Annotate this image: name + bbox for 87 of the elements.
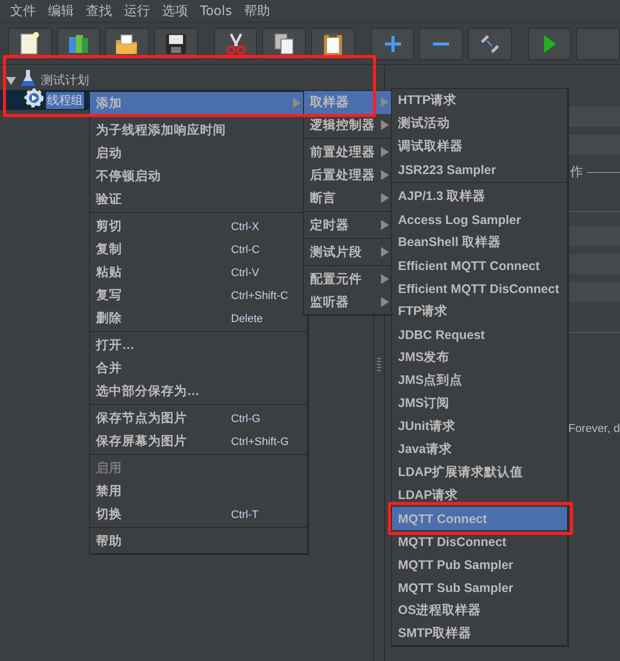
menu-bar-item[interactable]: 编辑 [42,2,80,20]
copy-icon [272,32,296,56]
section-label: 作 [570,164,584,181]
menu-item[interactable]: LDAP请求 [392,484,567,507]
toolbar-button[interactable] [262,28,306,60]
menu-item[interactable]: 复制 Ctrl-C [90,238,307,261]
menu-item[interactable]: 禁用 [90,480,307,503]
menu-item[interactable]: 切换 Ctrl-T [90,503,307,526]
expanded-triangle-icon[interactable] [6,76,16,86]
menu-item[interactable]: 启动 [90,142,307,165]
toolbar-button[interactable] [154,28,198,60]
minus-icon [433,42,450,46]
toolbar-button[interactable] [311,28,355,60]
menu-item[interactable]: 合并 [90,357,307,380]
menu-item[interactable]: 保存屏幕为图片 Ctrl+Shift-G [90,430,307,453]
menu-item[interactable]: AJP/1.3 取样器 [392,185,567,208]
folder-icon [115,32,140,56]
shortcut-label: Ctrl+Shift-C [231,290,288,302]
menu-item[interactable]: Java请求 [392,438,567,461]
scissors-icon [224,32,248,56]
books-icon [66,32,90,56]
menu-item[interactable]: 剪切 Ctrl-X [90,215,307,238]
menu-item[interactable]: 前置处理器 [304,141,395,164]
menu-item[interactable]: FTP请求 [392,300,567,323]
menu-item[interactable]: Access Log Sampler [392,208,567,231]
menu-item[interactable]: 选中部分保存为… [90,380,307,403]
menu-bar-item[interactable]: Tools [194,4,238,18]
menu-item[interactable]: OS进程取样器 [392,599,567,622]
menu-item[interactable]: JSR223 Sampler [392,158,567,181]
menu-item[interactable]: 断言 [304,187,395,210]
menu-item[interactable]: JMS点到点 [392,369,567,392]
menu-item[interactable]: 逻辑控制器 [304,114,395,137]
toolbar-button[interactable] [214,28,258,60]
menu-item[interactable]: 不停顿启动 [90,165,307,188]
menu-item[interactable]: MQTT Pub Sampler [392,553,567,576]
tree-node[interactable]: 线程组 [46,92,84,108]
document-icon [18,32,42,56]
menu-item[interactable]: Efficient MQTT Connect [392,254,567,277]
menu-item[interactable]: 调试取样器 [392,135,567,158]
menu-item[interactable]: HTTP请求 [392,89,567,112]
menu-item[interactable]: 为子线程添加响应时间 [90,119,307,142]
plus-icon [384,36,401,52]
menu-bar-item[interactable]: 文件 [4,2,42,20]
menu-item[interactable]: 定时器 [304,214,395,237]
menu-item[interactable]: 测试活动 [392,112,567,135]
menu-item[interactable]: 保存节点为图片 Ctrl-G [90,407,307,430]
flask-icon [20,69,36,87]
menu-item[interactable]: 帮助 [90,530,307,553]
menu-item[interactable]: 打开… [90,334,307,357]
loop-text: Forever, d [568,423,620,435]
menu-item[interactable]: Efficient MQTT DisConnect [392,277,567,300]
shortcut-label: Ctrl+Shift-G [231,436,289,448]
tree-node[interactable]: 测试计划 [40,72,90,88]
menu-item[interactable]: LDAP扩展请求默认值 [392,461,567,484]
menu-bar-item[interactable]: 查找 [80,2,118,20]
shortcut-label: Ctrl-V [231,266,260,278]
menu-item[interactable]: SMTP取样器 [392,622,567,645]
menu-item[interactable]: JMS订阅 [392,392,567,415]
menu-item[interactable]: 验证 [90,188,307,211]
menu-item[interactable]: JDBC Request [392,323,567,346]
menu-item[interactable]: JMS发布 [392,346,567,369]
menu-item[interactable]: 删除 Delete [90,307,307,330]
toolbar-button[interactable] [8,28,52,60]
shortcut-label: Ctrl-C [231,244,260,256]
toolbar-button[interactable] [56,28,100,60]
menu-item[interactable]: BeanShell 取样器 [392,231,567,254]
menu-bar-item[interactable]: 帮助 [238,2,276,20]
menu-item[interactable]: 后置处理器 [304,164,395,187]
shortcut-label: Ctrl-T [231,508,258,520]
menu-item[interactable]: 复写 Ctrl+Shift-C [90,284,307,307]
menu-item[interactable]: 粘贴 Ctrl-V [90,261,307,284]
shortcut-label: Delete [231,312,263,324]
splitter-grip[interactable] [377,358,382,372]
toolbar-button[interactable] [105,28,150,60]
menu-bar-item[interactable]: 选项 [156,2,194,20]
shortcut-label: Ctrl-X [231,220,260,232]
toolbar-button[interactable] [468,28,512,60]
menu-bar-item[interactable]: 运行 [118,2,156,20]
menu-item[interactable]: 测试片段 [304,241,395,264]
menu-item[interactable]: MQTT Sub Sampler [392,576,567,599]
gear-icon [24,88,44,108]
shortcut-label: Ctrl-G [231,412,260,424]
menu-item[interactable]: JUnit请求 [392,415,567,438]
menu-item[interactable]: 配置元件 [304,268,395,291]
play-icon [544,35,556,53]
menu-item[interactable]: MQTT DisConnect [392,530,567,553]
menu-item[interactable]: 监听器 [304,291,395,314]
